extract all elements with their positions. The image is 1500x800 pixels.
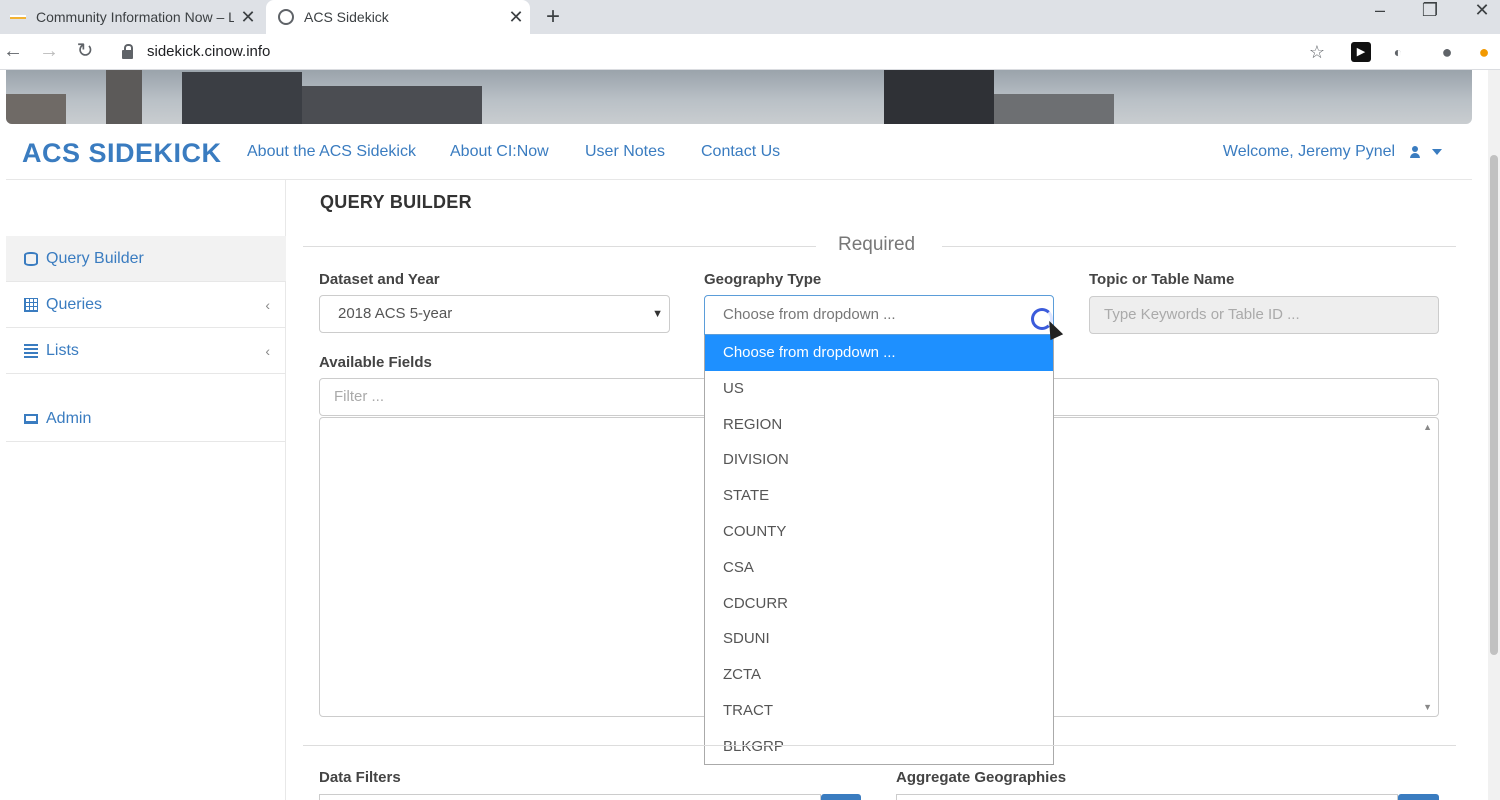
sidebar-item-admin[interactable]: Admin: [6, 396, 286, 442]
page-scrollbar[interactable]: [1488, 70, 1500, 800]
legend-divider: [303, 246, 816, 247]
scroll-up-icon[interactable]: ▲: [1423, 422, 1432, 432]
laptop-icon: [24, 413, 38, 424]
reload-icon[interactable]: ↻: [72, 38, 98, 64]
geography-label: Geography Type: [704, 271, 822, 288]
dropdown-arrow-icon: ▼: [652, 308, 663, 320]
dropdown-option[interactable]: COUNTY: [705, 514, 1053, 550]
legend-divider: [942, 246, 1456, 247]
address-bar[interactable]: sidekick.cinow.info: [122, 40, 270, 64]
brand-logo[interactable]: ACS SIDEKICK: [22, 138, 222, 169]
dropdown-option[interactable]: REGION: [705, 407, 1053, 443]
dropdown-option[interactable]: CDCURR: [705, 586, 1053, 622]
dropdown-option[interactable]: US: [705, 371, 1053, 407]
tab-title: Community Information Now – L: [36, 9, 234, 25]
extension-play-icon[interactable]: ▶: [1351, 42, 1371, 62]
chevron-left-icon: ‹: [265, 342, 270, 359]
bookmark-star-icon[interactable]: ☆: [1307, 42, 1327, 62]
list-icon: [24, 343, 38, 358]
database-icon: [24, 251, 38, 266]
required-legend: Required: [838, 234, 916, 255]
dropdown-option[interactable]: SDUNI: [705, 621, 1053, 657]
section-divider: [303, 745, 1456, 746]
query-builder-panel: QUERY BUILDER Required Dataset and Year …: [286, 180, 1472, 800]
browser-tab-sidekick[interactable]: ACS Sidekick ✕: [266, 0, 530, 34]
dataset-label: Dataset and Year: [319, 271, 440, 288]
welcome-text: Welcome, Jeremy Pynel: [1222, 143, 1396, 160]
new-tab-button[interactable]: +: [546, 0, 560, 34]
dropdown-option[interactable]: Choose from dropdown ...: [705, 335, 1053, 371]
browser-tab-cinow[interactable]: Community Information Now – L ✕: [0, 0, 262, 34]
close-tab-icon[interactable]: ✕: [502, 7, 530, 28]
header-banner-image: [6, 70, 1472, 124]
dropdown-option[interactable]: BLKGRP: [705, 729, 1053, 765]
sidebar-item-label: Admin: [46, 409, 92, 427]
restore-icon[interactable]: ❐: [1410, 0, 1450, 24]
scroll-down-icon[interactable]: ▼: [1423, 702, 1432, 712]
dataset-value: 2018 ACS 5-year: [338, 305, 453, 322]
sidebar-item-label: Queries: [46, 295, 103, 313]
dropdown-option[interactable]: ZCTA: [705, 657, 1053, 693]
cinow-favicon-icon: [10, 15, 26, 19]
minimize-icon[interactable]: –: [1360, 0, 1400, 24]
aggregate-controls[interactable]: [896, 794, 1398, 800]
url-text: sidekick.cinow.info: [147, 43, 271, 60]
dropdown-option[interactable]: CSA: [705, 550, 1053, 586]
chevron-left-icon: ‹: [265, 296, 270, 313]
geography-select[interactable]: Choose from dropdown ...: [704, 295, 1054, 335]
available-fields-label: Available Fields: [319, 354, 432, 371]
sidebar-item-queries[interactable]: Queries ‹: [6, 282, 286, 328]
forward-icon[interactable]: →: [36, 38, 62, 64]
data-filters-label: Data Filters: [319, 769, 401, 786]
browser-tab-bar: Community Information Now – L ✕ ACS Side…: [0, 0, 1500, 34]
dropdown-option[interactable]: DIVISION: [705, 442, 1053, 478]
topic-label: Topic or Table Name: [1089, 271, 1235, 288]
sidebar-item-lists[interactable]: Lists ‹: [6, 328, 286, 374]
nav-contact-us[interactable]: Contact Us: [701, 143, 780, 161]
user-icon: [1409, 145, 1420, 158]
page-title: QUERY BUILDER: [320, 192, 472, 212]
back-icon[interactable]: ←: [0, 38, 26, 64]
extension-circle-icon[interactable]: ◐: [1388, 42, 1408, 62]
app-navbar: ACS SIDEKICK About the ACS Sidekick Abou…: [6, 124, 1472, 180]
extension-orange-icon[interactable]: ●: [1474, 42, 1494, 62]
sidebar-item-label: Query Builder: [46, 249, 144, 267]
sidebar: Query Builder Queries ‹ Lists ‹ Admin: [6, 180, 286, 800]
aggregate-geographies-label: Aggregate Geographies: [896, 769, 1067, 786]
geography-dropdown-menu: Choose from dropdown ... US REGION DIVIS…: [704, 335, 1054, 765]
caret-down-icon: [1432, 148, 1442, 155]
lock-icon: [122, 43, 133, 59]
dataset-select[interactable]: 2018 ACS 5-year ▼: [319, 295, 670, 333]
data-filter-add-button[interactable]: [821, 794, 861, 800]
topic-input[interactable]: Type Keywords or Table ID ...: [1089, 296, 1439, 334]
geography-value: Choose from dropdown ...: [723, 306, 896, 323]
sidebar-item-query-builder[interactable]: Query Builder: [6, 236, 286, 282]
globe-icon: [278, 9, 294, 25]
data-filter-controls[interactable]: [319, 794, 821, 800]
nav-about-sidekick[interactable]: About the ACS Sidekick: [247, 143, 416, 161]
user-menu[interactable]: Welcome, Jeremy Pynel: [1223, 143, 1442, 161]
close-window-icon[interactable]: ✕: [1462, 0, 1500, 24]
nav-user-notes[interactable]: User Notes: [585, 143, 665, 161]
aggregate-add-button[interactable]: [1398, 794, 1439, 800]
dropdown-option[interactable]: STATE: [705, 478, 1053, 514]
scrollbar-thumb[interactable]: [1490, 155, 1498, 655]
tab-title: ACS Sidekick: [304, 9, 389, 25]
nav-about-cinow[interactable]: About CI:Now: [450, 143, 549, 161]
browser-toolbar: ← → ↻ sidekick.cinow.info ☆ ▶ ◐ ● ●: [0, 34, 1500, 70]
table-icon: [24, 297, 38, 312]
dropdown-option[interactable]: TRACT: [705, 693, 1053, 729]
profile-icon[interactable]: ●: [1437, 42, 1457, 62]
close-tab-icon[interactable]: ✕: [234, 7, 262, 28]
sidebar-item-label: Lists: [46, 341, 79, 359]
